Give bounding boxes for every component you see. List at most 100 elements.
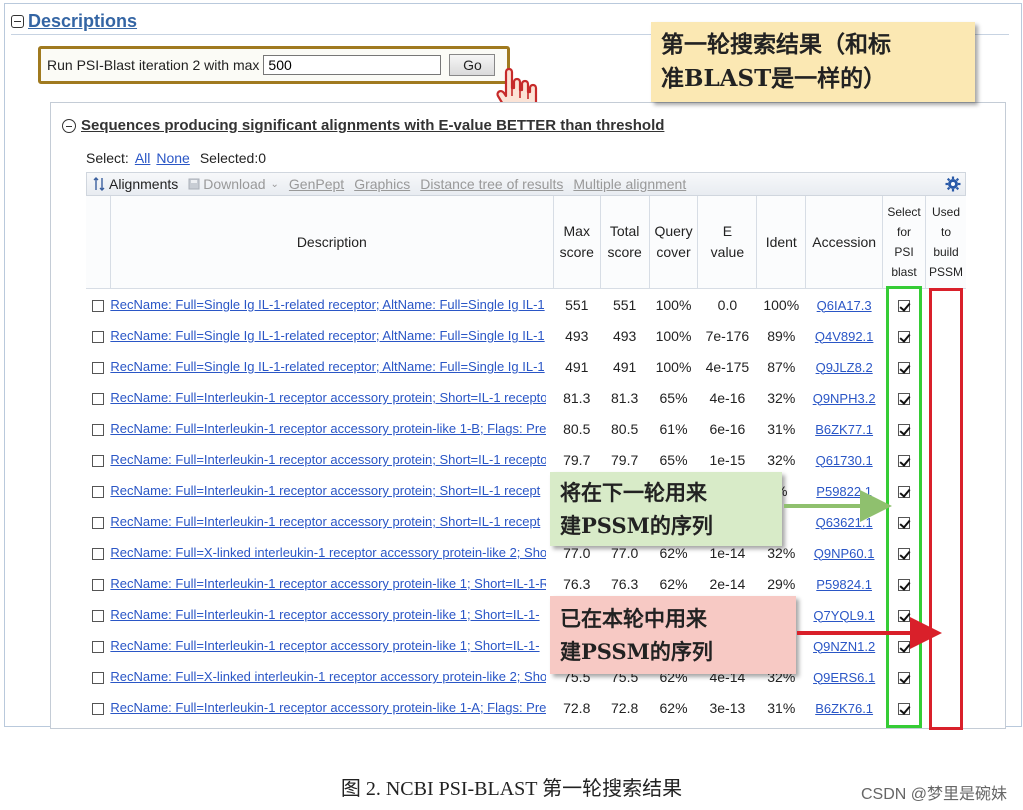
row-select-checkbox[interactable] xyxy=(92,454,105,467)
collapse-icon[interactable] xyxy=(62,118,76,133)
table-row[interactable]: RecName: Full=Interleukin-1 receptor acc… xyxy=(86,506,966,537)
description-link[interactable]: RecName: Full=Interleukin-1 receptor acc… xyxy=(110,607,546,622)
descriptions-header[interactable]: Descriptions xyxy=(11,10,137,32)
psi-iteration-box: Run PSI-Blast iteration 2 with max Go xyxy=(38,46,510,84)
table-row[interactable]: RecName: Full=X-linked interleukin-1 rec… xyxy=(86,661,966,692)
description-link[interactable]: RecName: Full=Interleukin-1 receptor acc… xyxy=(110,514,546,529)
accession-link[interactable]: Q9NZN1.2 xyxy=(813,639,875,654)
select-controls: Select: All None Selected:0 xyxy=(86,150,266,166)
accession-link[interactable]: Q6IA17.3 xyxy=(817,298,872,313)
sequences-title[interactable]: Sequences producing significant alignmen… xyxy=(81,117,664,134)
max-sequences-input[interactable] xyxy=(263,55,442,75)
select-all-link[interactable]: All xyxy=(135,150,151,166)
description-link[interactable]: RecName: Full=Interleukin-1 receptor acc… xyxy=(110,390,546,405)
accession-link[interactable]: Q9JLZ8.2 xyxy=(816,360,873,375)
accession-link[interactable]: Q9ERS6.1 xyxy=(813,670,875,685)
accession-cell: Q4V892.1 xyxy=(806,320,883,351)
row-select-checkbox[interactable] xyxy=(92,578,105,591)
table-row[interactable]: RecName: Full=X-linked interleukin-1 rec… xyxy=(86,537,966,568)
total-score-cell: 76.3 xyxy=(611,575,639,592)
header-accession[interactable]: Accession xyxy=(805,196,884,289)
description-link[interactable]: RecName: Full=Interleukin-1 receptor acc… xyxy=(110,700,546,715)
table-row[interactable]: RecName: Full=Interleukin-1 receptor acc… xyxy=(86,444,966,475)
descriptions-title[interactable]: Descriptions xyxy=(28,11,137,32)
row-select-checkbox[interactable] xyxy=(92,330,105,343)
select-none-link[interactable]: None xyxy=(156,150,189,166)
row-checkbox-cell xyxy=(86,320,110,351)
description-link[interactable]: RecName: Full=Single Ig IL-1-related rec… xyxy=(110,359,546,374)
table-row[interactable]: RecName: Full=Single Ig IL-1-related rec… xyxy=(86,320,966,351)
graphics-link[interactable]: Graphics xyxy=(354,176,410,192)
annotation-line: 第一轮搜索结果（和标 xyxy=(661,31,891,58)
description-link[interactable]: RecName: Full=Interleukin-1 receptor acc… xyxy=(110,483,546,498)
description-link[interactable]: RecName: Full=X-linked interleukin-1 rec… xyxy=(110,545,546,560)
accession-link[interactable]: P59822.1 xyxy=(816,484,872,499)
download-menu[interactable]: Download ⌄ xyxy=(188,176,279,192)
table-row[interactable]: RecName: Full=Single Ig IL-1-related rec… xyxy=(86,289,966,321)
description-link[interactable]: RecName: Full=Interleukin-1 receptor acc… xyxy=(110,421,546,436)
accession-link[interactable]: Q7YQL9.1 xyxy=(813,608,874,623)
accession-link[interactable]: Q63621.1 xyxy=(816,515,873,530)
accession-cell: Q61730.1 xyxy=(806,444,883,475)
alignments-toggle[interactable]: Alignments xyxy=(93,176,178,192)
table-row[interactable]: RecName: Full=Interleukin-1 receptor acc… xyxy=(86,599,966,630)
table-row[interactable]: RecName: Full=Interleukin-1 receptor acc… xyxy=(86,692,966,723)
gear-icon[interactable] xyxy=(945,176,961,192)
row-checkbox-cell xyxy=(86,382,110,413)
multiple-alignment-link[interactable]: Multiple alignment xyxy=(573,176,686,192)
header-checkbox-col xyxy=(86,196,111,289)
table-row[interactable]: RecName: Full=Interleukin-1 receptor acc… xyxy=(86,630,966,661)
accession-cell: Q9JLZ8.2 xyxy=(806,351,883,382)
row-select-checkbox[interactable] xyxy=(92,609,105,622)
header-e-value[interactable]: Evalue xyxy=(697,196,758,289)
annotation-this-round: 已在本轮中用来 建PSSM的序列 xyxy=(550,596,796,674)
row-select-checkbox[interactable] xyxy=(92,547,105,560)
row-select-checkbox[interactable] xyxy=(92,485,105,498)
row-select-checkbox[interactable] xyxy=(92,361,105,374)
row-checkbox-cell xyxy=(86,599,110,630)
max-score-cell: 551 xyxy=(565,296,589,313)
row-checkbox-cell xyxy=(86,289,110,321)
table-row[interactable]: RecName: Full=Interleukin-1 receptor acc… xyxy=(86,413,966,444)
header-max-score[interactable]: Max score xyxy=(553,196,601,289)
description-link[interactable]: RecName: Full=Single Ig IL-1-related rec… xyxy=(110,328,546,343)
header-description[interactable]: Description xyxy=(110,196,554,289)
accession-link[interactable]: P59824.1 xyxy=(816,577,872,592)
go-button[interactable]: Go xyxy=(449,54,496,76)
accession-link[interactable]: Q9NPH3.2 xyxy=(813,391,876,406)
header-ident[interactable]: Ident xyxy=(756,196,807,289)
table-row[interactable]: RecName: Full=Single Ig IL-1-related rec… xyxy=(86,351,966,382)
sequences-header[interactable]: Sequences producing significant alignmen… xyxy=(62,117,664,134)
accession-link[interactable]: B6ZK77.1 xyxy=(815,422,873,437)
ident-cell: 29% xyxy=(767,575,796,592)
distance-tree-link[interactable]: Distance tree of results xyxy=(420,176,563,192)
header-query-cover[interactable]: Query cover xyxy=(649,196,699,289)
row-select-checkbox[interactable] xyxy=(92,702,105,715)
row-select-checkbox[interactable] xyxy=(92,423,105,436)
description-link[interactable]: RecName: Full=Interleukin-1 receptor acc… xyxy=(110,576,546,591)
header-total-score[interactable]: Total score xyxy=(600,196,650,289)
description-cell: RecName: Full=Interleukin-1 receptor acc… xyxy=(110,444,553,475)
row-select-checkbox[interactable] xyxy=(92,671,105,684)
table-row[interactable]: RecName: Full=Interleukin-1 receptor acc… xyxy=(86,382,966,413)
accession-link[interactable]: Q61730.1 xyxy=(816,453,873,468)
row-select-checkbox[interactable] xyxy=(92,299,105,312)
description-link[interactable]: RecName: Full=X-linked interleukin-1 rec… xyxy=(110,669,546,684)
description-link[interactable]: RecName: Full=Interleukin-1 receptor acc… xyxy=(110,638,546,653)
row-select-checkbox[interactable] xyxy=(92,516,105,529)
table-row[interactable]: RecName: Full=Interleukin-1 receptor acc… xyxy=(86,568,966,599)
accession-link[interactable]: B6ZK76.1 xyxy=(815,701,873,716)
accession-link[interactable]: Q9NP60.1 xyxy=(814,546,875,561)
table-row[interactable]: RecName: Full=Interleukin-1 receptor acc… xyxy=(86,475,966,506)
row-select-checkbox[interactable] xyxy=(92,640,105,653)
psi-iteration-label: Run PSI-Blast iteration 2 with max xyxy=(47,57,260,73)
row-checkbox-cell xyxy=(86,444,110,475)
total-score-cell: 80.5 xyxy=(611,420,639,437)
row-select-checkbox[interactable] xyxy=(92,392,105,405)
description-link[interactable]: RecName: Full=Interleukin-1 receptor acc… xyxy=(110,452,546,467)
collapse-icon[interactable] xyxy=(11,14,24,28)
total-score-cell: 493 xyxy=(612,327,637,344)
accession-link[interactable]: Q4V892.1 xyxy=(815,329,874,344)
description-link[interactable]: RecName: Full=Single Ig IL-1-related rec… xyxy=(110,297,546,312)
genpept-link[interactable]: GenPept xyxy=(289,176,344,192)
